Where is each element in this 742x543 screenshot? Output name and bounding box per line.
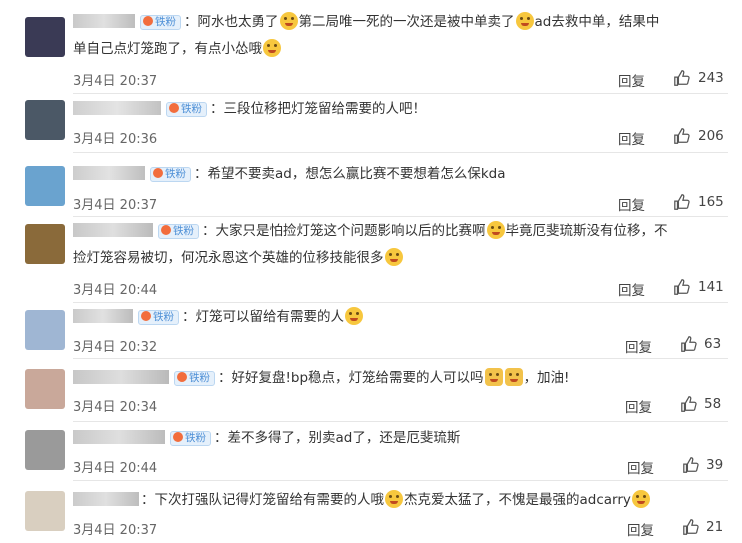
username-blurred[interactable] <box>73 309 133 323</box>
timestamp: 3月4日 20:44 <box>73 461 158 476</box>
comment-text: 铁粉 ：阿水也太勇了 第二局唯一死的一次还是被中单卖了 ad去救中单，结果中 <box>73 12 724 33</box>
comment-text: 铁粉 ：三段位移把灯笼留给需要的人吧！ <box>73 99 724 120</box>
fan-badge: 铁粉 <box>158 224 199 239</box>
username-blurred[interactable] <box>73 14 135 28</box>
reply-button[interactable]: 回复 <box>618 128 645 148</box>
emoji-icon <box>486 221 505 239</box>
like-count: 206 <box>698 128 724 144</box>
like-count: 243 <box>698 70 724 86</box>
avatar[interactable] <box>25 491 65 531</box>
timestamp: 3月4日 20:37 <box>73 74 158 89</box>
divider <box>73 216 728 217</box>
timestamp: 3月4日 20:44 <box>73 283 158 298</box>
emoji-icon <box>384 248 403 266</box>
timestamp: 3月4日 20:37 <box>73 523 158 538</box>
fan-badge: 铁粉 <box>140 15 181 30</box>
fan-badge: 铁粉 <box>174 371 215 386</box>
comment-text: 铁粉 ：好好复盘!bp稳点，灯笼给需要的人可以吗 ，加油! <box>73 368 724 389</box>
thumbs-up-icon[interactable] <box>680 335 698 353</box>
fan-badge-icon <box>177 372 187 382</box>
comment-text: 铁粉 ：差不多得了，别卖ad了，还是厄斐琉斯 <box>73 428 724 449</box>
like-count: 165 <box>698 194 724 210</box>
divider <box>73 421 728 422</box>
emoji-icon <box>631 490 650 508</box>
comment-text: 铁粉 ：大家只是怕捡灯笼这个问题影响以后的比赛啊 毕竟厄斐琉斯没有位移，不 <box>73 221 724 242</box>
emoji-icon <box>385 490 403 508</box>
comment-text: ：下次打强队记得灯笼留给有需要的人哦 杰克爱太猛了，不愧是最强的adcarry <box>73 490 724 511</box>
username-blurred[interactable] <box>73 370 169 384</box>
comment-text-line2: 捡灯笼容易被切，何况永恩这个英雄的位移技能很多 <box>73 248 724 269</box>
fan-badge: 铁粉 <box>170 431 211 446</box>
avatar[interactable] <box>25 17 65 57</box>
praying-hands-icon <box>484 368 503 386</box>
fan-badge: 铁粉 <box>166 102 207 117</box>
comment-text: 铁粉 ：灯笼可以留给有需要的人 <box>73 307 724 328</box>
reply-button[interactable]: 回复 <box>618 70 645 90</box>
thumbs-up-icon[interactable] <box>680 395 698 413</box>
divider <box>73 152 728 153</box>
avatar[interactable] <box>25 224 65 264</box>
fan-badge-icon <box>161 225 171 235</box>
avatar[interactable] <box>25 369 65 409</box>
reply-button[interactable]: 回复 <box>618 279 645 299</box>
username-blurred[interactable] <box>73 166 145 180</box>
divider <box>73 93 728 94</box>
like-count: 58 <box>704 396 722 412</box>
emoji-icon <box>345 307 363 325</box>
praying-hands-icon <box>504 368 523 386</box>
username-blurred[interactable] <box>73 492 139 506</box>
avatar[interactable] <box>25 100 65 140</box>
reply-button[interactable]: 回复 <box>618 194 645 214</box>
thumbs-up-icon[interactable] <box>673 278 691 296</box>
like-count: 21 <box>706 519 724 535</box>
like-count: 141 <box>698 279 724 295</box>
thumbs-up-icon[interactable] <box>673 193 691 211</box>
username-blurred[interactable] <box>73 430 165 444</box>
divider <box>73 358 728 359</box>
like-count: 63 <box>704 336 722 352</box>
emoji-icon <box>279 12 298 30</box>
avatar[interactable] <box>25 310 65 350</box>
fan-badge-icon <box>141 311 151 321</box>
timestamp: 3月4日 20:34 <box>73 400 158 415</box>
timestamp: 3月4日 20:37 <box>73 198 158 213</box>
reply-button[interactable]: 回复 <box>627 519 654 539</box>
avatar[interactable] <box>25 166 65 206</box>
thumbs-up-icon[interactable] <box>682 456 700 474</box>
emoji-icon <box>263 39 281 57</box>
thumbs-up-icon[interactable] <box>673 127 691 145</box>
divider <box>73 480 728 481</box>
fan-badge: 铁粉 <box>150 167 191 182</box>
username-blurred[interactable] <box>73 101 161 115</box>
username-blurred[interactable] <box>73 223 153 237</box>
timestamp: 3月4日 20:36 <box>73 132 158 147</box>
thumbs-up-icon[interactable] <box>682 518 700 536</box>
thumbs-up-icon[interactable] <box>673 69 691 87</box>
fan-badge-icon <box>169 103 179 113</box>
comment-text-line2: 单自己点灯笼跑了，有点小怂哦 <box>73 39 724 60</box>
fan-badge-icon <box>173 432 183 442</box>
fan-badge-icon <box>153 168 163 178</box>
reply-button[interactable]: 回复 <box>625 336 652 356</box>
divider <box>73 302 728 303</box>
comment-text: 铁粉 ：希望不要卖ad，想怎么赢比赛不要想着怎么保kda <box>73 164 724 185</box>
fan-badge-icon <box>143 16 153 26</box>
fan-badge: 铁粉 <box>138 310 179 325</box>
timestamp: 3月4日 20:32 <box>73 340 158 355</box>
reply-button[interactable]: 回复 <box>625 396 652 416</box>
emoji-icon <box>515 12 534 30</box>
reply-button[interactable]: 回复 <box>627 457 654 477</box>
like-count: 39 <box>706 457 724 473</box>
avatar[interactable] <box>25 430 65 470</box>
